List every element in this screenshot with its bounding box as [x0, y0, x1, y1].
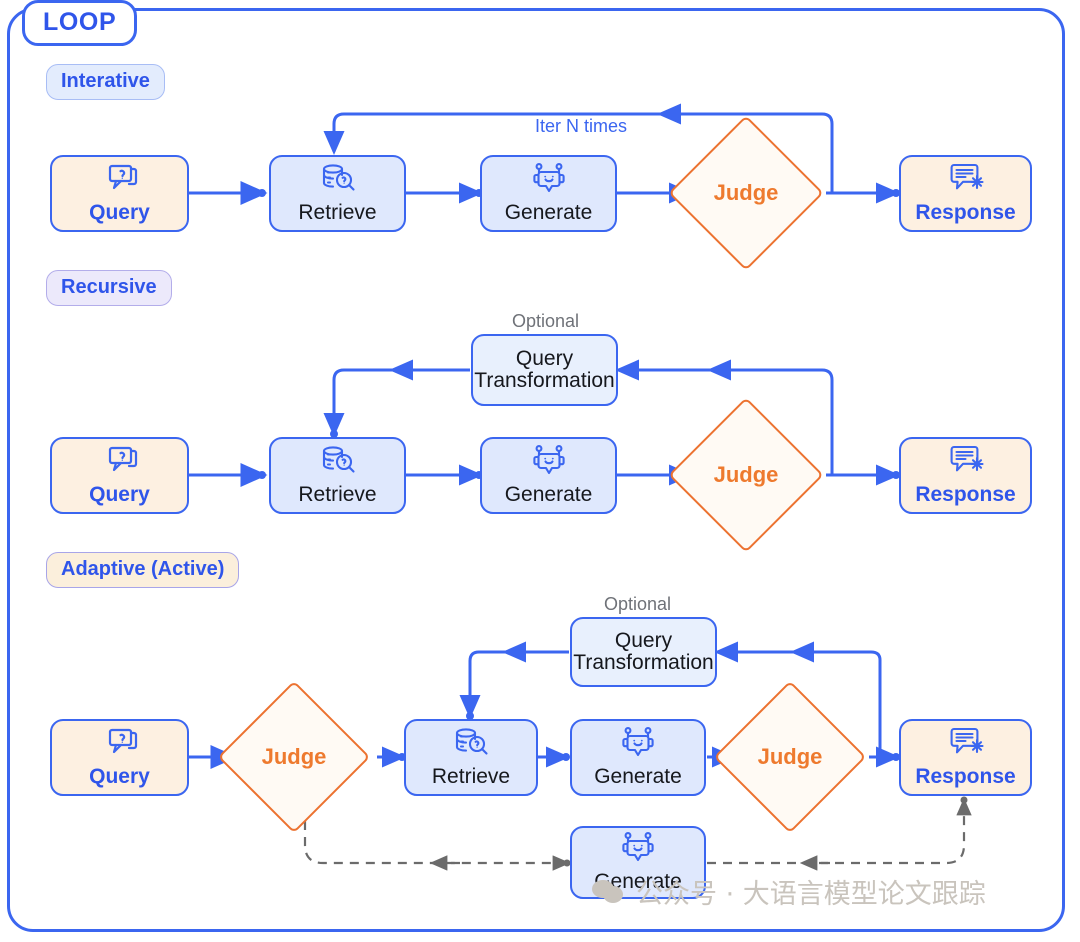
- node-query-iterative[interactable]: Query: [50, 155, 189, 232]
- database-search-icon: [450, 726, 492, 765]
- node-label: Query: [89, 201, 150, 225]
- node-label: Judge: [261, 744, 327, 769]
- response-bubble-icon: [944, 726, 988, 765]
- node-query-transformation-adaptive[interactable]: Query Transformation: [570, 617, 717, 687]
- node-label: Response: [915, 483, 1016, 507]
- robot-icon: [617, 726, 659, 765]
- node-judge-1-adaptive[interactable]: Judge: [217, 680, 371, 834]
- node-generate-iterative[interactable]: Generate: [480, 155, 617, 232]
- node-label: Retrieve: [298, 483, 377, 507]
- node-label-line2: Transformation: [474, 369, 615, 392]
- node-judge-recursive[interactable]: Judge: [668, 397, 824, 553]
- node-label-line2: Transformation: [573, 651, 714, 674]
- node-label: Response: [915, 765, 1016, 789]
- database-search-icon: [317, 162, 359, 201]
- watermark: 公众号 · 大语言模型论文跟踪: [592, 872, 986, 911]
- query-bubble-icon: [99, 162, 141, 201]
- node-label: Retrieve: [431, 765, 511, 789]
- caption-optional-recursive: Optional: [512, 311, 580, 331]
- robot-icon: [528, 444, 570, 483]
- node-retrieve-recursive[interactable]: Retrieve: [269, 437, 406, 514]
- diagram-canvas: Interative Recursive Adaptive (Active) Q…: [0, 0, 1080, 942]
- section-tab-iterative: Interative: [46, 64, 165, 100]
- node-label: Generate: [504, 483, 593, 507]
- node-label: Judge: [713, 462, 779, 487]
- edge-label-iter-n-times: Iter N times: [535, 116, 628, 136]
- loop-title: LOOP: [22, 0, 138, 46]
- query-bubble-icon: [99, 444, 141, 483]
- node-label-line1: Query: [515, 346, 574, 370]
- database-search-icon: [317, 444, 359, 483]
- query-bubble-icon: [99, 726, 141, 765]
- node-label: Generate: [504, 201, 593, 225]
- node-judge-iterative[interactable]: Judge: [668, 115, 824, 271]
- node-label: Judge: [713, 180, 779, 205]
- wechat-icon: [592, 879, 626, 905]
- node-query-transformation-recursive[interactable]: Query Transformation: [471, 334, 618, 406]
- node-generate-recursive[interactable]: Generate: [480, 437, 617, 514]
- node-label: Generate: [594, 765, 682, 789]
- robot-icon: [528, 162, 570, 201]
- response-bubble-icon: [944, 162, 988, 201]
- response-bubble-icon: [944, 444, 988, 483]
- node-label: Retrieve: [298, 201, 377, 225]
- node-response-adaptive[interactable]: Response: [899, 719, 1032, 796]
- node-response-recursive[interactable]: Response: [899, 437, 1032, 514]
- caption-optional-adaptive: Optional: [604, 594, 672, 614]
- node-judge-2-adaptive[interactable]: Judge: [713, 680, 867, 834]
- robot-icon: [617, 831, 659, 870]
- section-tab-adaptive: Adaptive (Active): [46, 552, 240, 588]
- node-generate-adaptive[interactable]: Generate: [570, 719, 706, 796]
- node-label: Response: [915, 201, 1016, 225]
- section-tab-recursive: Recursive: [46, 270, 172, 306]
- node-query-adaptive[interactable]: Query: [50, 719, 189, 796]
- node-label: Query: [89, 483, 150, 507]
- watermark-text: 公众号 · 大语言模型论文跟踪: [636, 879, 986, 910]
- node-retrieve-adaptive[interactable]: Retrieve: [404, 719, 538, 796]
- node-label-line1: Query: [614, 628, 673, 652]
- node-label: Query: [89, 765, 150, 789]
- node-response-iterative[interactable]: Response: [899, 155, 1032, 232]
- node-retrieve-iterative[interactable]: Retrieve: [269, 155, 406, 232]
- node-label: Judge: [757, 744, 823, 769]
- node-query-recursive[interactable]: Query: [50, 437, 189, 514]
